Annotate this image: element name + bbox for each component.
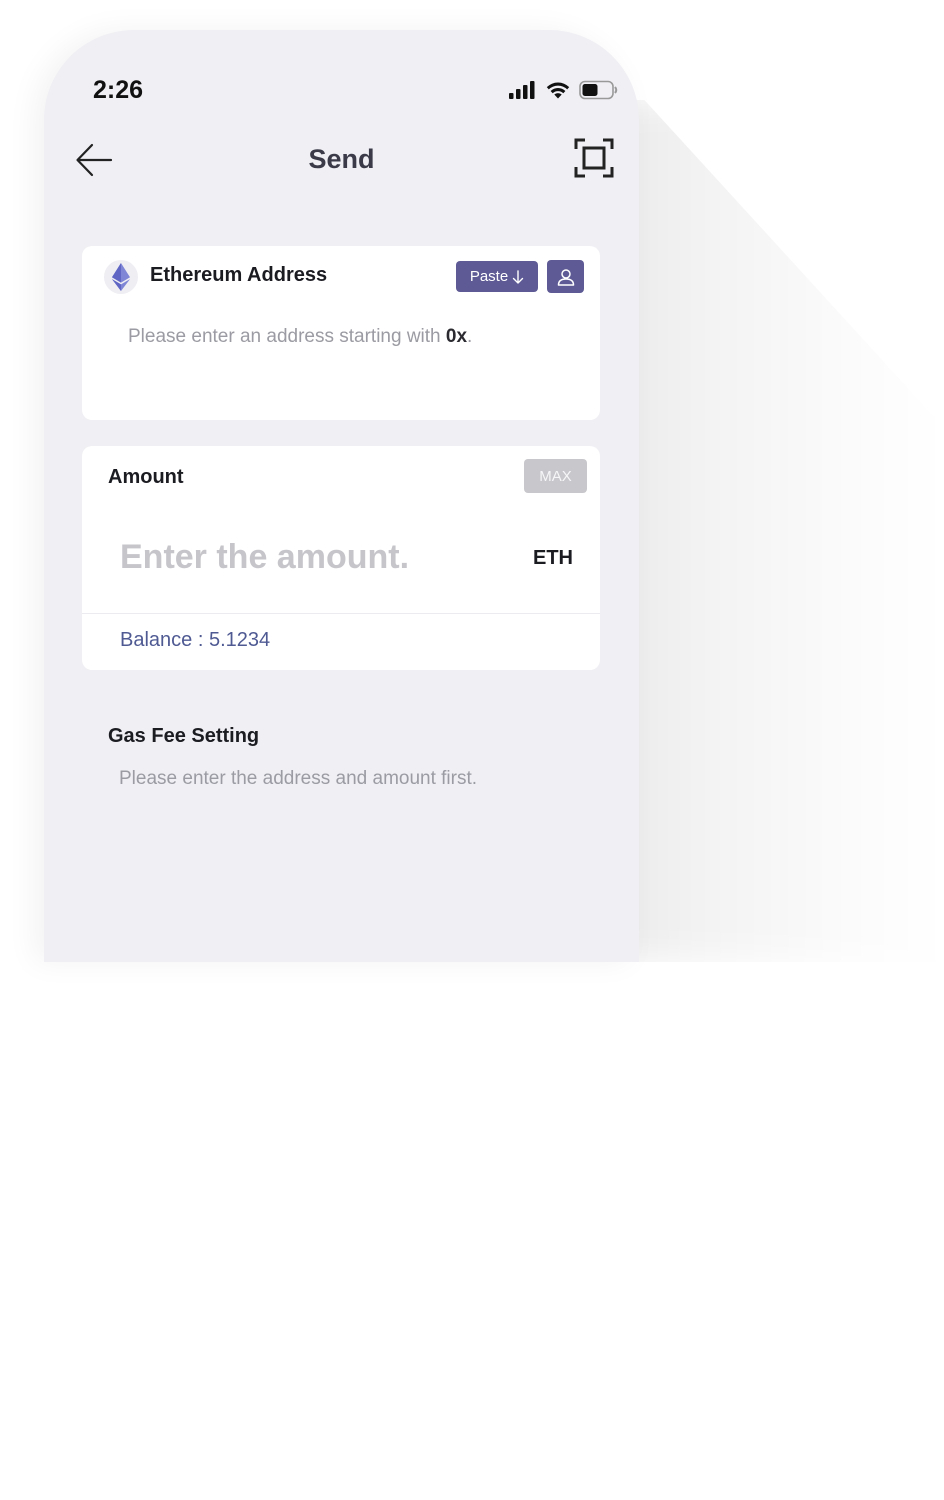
currency-unit: ETH	[533, 547, 573, 569]
address-card: Ethereum Address Paste Please enter an a…	[82, 246, 600, 420]
gas-fee-note: Please enter the address and amount firs…	[119, 768, 478, 789]
wifi-icon	[546, 82, 570, 98]
amount-label: Amount	[108, 466, 184, 488]
address-placeholder-highlight: 0x	[445, 326, 468, 347]
status-icons	[509, 80, 619, 100]
phone-screen: 2:26 Send Ethereum Address Paste Please …	[44, 30, 639, 962]
signal-icon	[509, 81, 535, 99]
page-title: Send	[308, 144, 375, 174]
contacts-button[interactable]	[547, 260, 584, 293]
paste-button[interactable]: Paste	[456, 261, 538, 292]
arrow-down-icon	[512, 269, 524, 284]
contact-icon	[557, 268, 574, 286]
ethereum-icon	[112, 263, 130, 291]
max-button[interactable]: MAX	[524, 459, 587, 493]
gas-fee-title: Gas Fee Setting	[108, 725, 260, 747]
balance-text: Balance : 5.1234	[120, 629, 271, 651]
status-time: 2:26	[93, 76, 144, 104]
paste-label: Paste	[469, 268, 509, 285]
amount-card: Amount MAX Enter the amount. ETH Balance…	[82, 446, 600, 670]
address-label: Ethereum Address	[150, 264, 328, 286]
nav-bar: Send	[44, 130, 639, 192]
address-placeholder-suffix: .	[467, 326, 473, 347]
address-placeholder-prefix: Please enter an address starting with	[128, 326, 446, 347]
amount-input[interactable]: Enter the amount.	[120, 538, 409, 577]
scan-icon	[574, 138, 614, 178]
coin-badge	[104, 260, 138, 294]
divider	[82, 613, 600, 614]
scan-button[interactable]	[574, 138, 614, 178]
address-input[interactable]: Please enter an address starting with 0x…	[128, 326, 472, 348]
battery-icon	[579, 80, 618, 100]
